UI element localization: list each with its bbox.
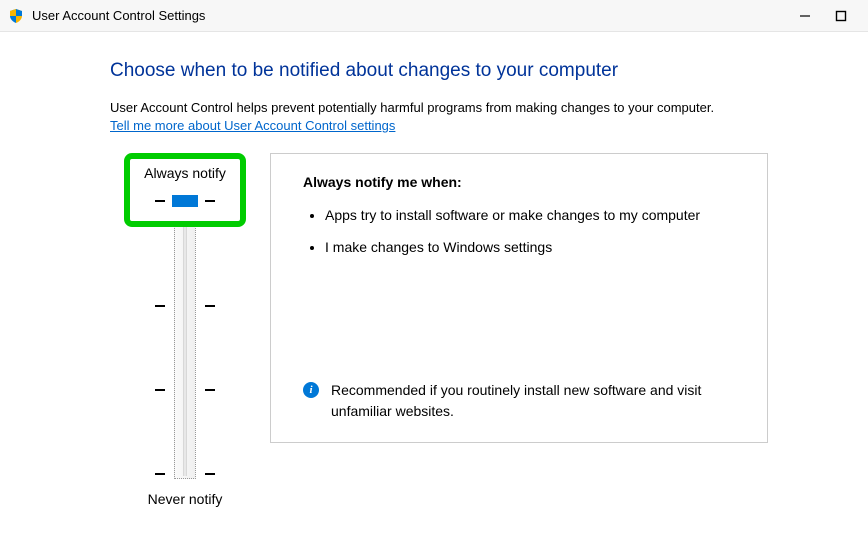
recommendation-text: Recommended if you routinely install new…: [331, 380, 743, 422]
titlebar: User Account Control Settings: [0, 0, 868, 32]
learn-more-link[interactable]: Tell me more about User Account Control …: [110, 118, 395, 133]
description-list: Apps try to install software or make cha…: [303, 204, 743, 269]
slider-track[interactable]: [155, 219, 215, 479]
description-bullet: Apps try to install software or make cha…: [325, 204, 743, 226]
description-panel: Always notify me when: Apps try to insta…: [270, 153, 768, 443]
page-subtext: User Account Control helps prevent poten…: [110, 100, 768, 115]
slider-label-bottom: Never notify: [148, 491, 223, 507]
description-bullet: I make changes to Windows settings: [325, 236, 743, 258]
shield-icon: [8, 8, 24, 24]
slider-tick: [205, 200, 215, 202]
main-area: Always notify Never notify Always notify…: [110, 153, 768, 507]
window-controls: [798, 9, 860, 23]
slider-label-top: Always notify: [144, 165, 226, 181]
info-icon: i: [303, 382, 319, 398]
window-title: User Account Control Settings: [32, 8, 798, 23]
slider-tick: [155, 200, 165, 202]
slider-tick: [155, 389, 215, 391]
slider-tick: [155, 473, 215, 475]
minimize-button[interactable]: [798, 9, 812, 23]
recommendation-row: i Recommended if you routinely install n…: [303, 380, 743, 422]
slider-tick: [155, 305, 215, 307]
page-heading: Choose when to be notified about changes…: [110, 60, 768, 82]
highlight-box: Always notify: [124, 153, 246, 227]
description-title: Always notify me when:: [303, 174, 743, 190]
slider-thumb[interactable]: [172, 195, 198, 207]
maximize-button[interactable]: [834, 9, 848, 23]
content-area: Choose when to be notified about changes…: [0, 32, 868, 507]
slider-groove: [174, 219, 196, 479]
slider-column: Always notify Never notify: [110, 153, 260, 507]
